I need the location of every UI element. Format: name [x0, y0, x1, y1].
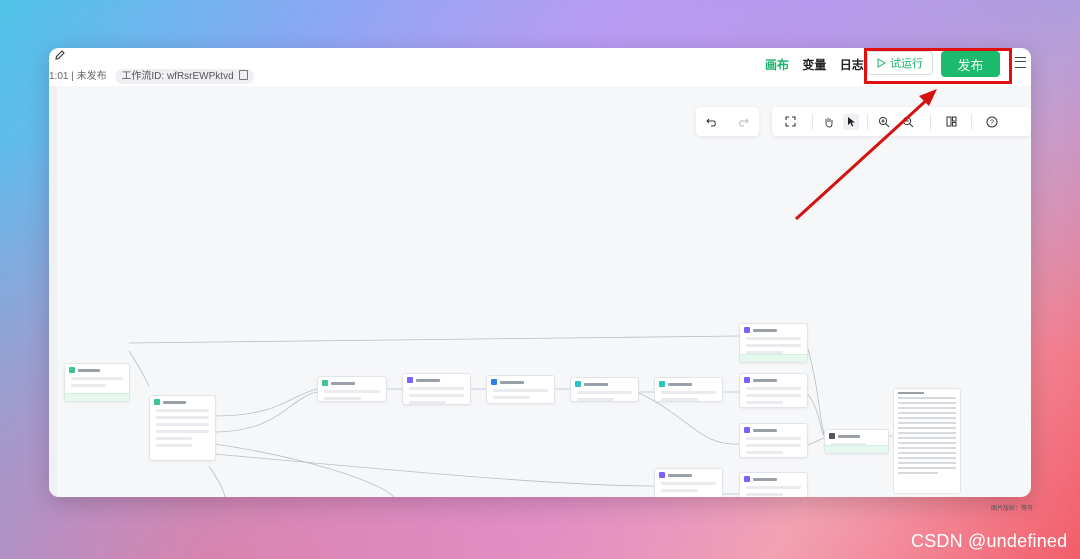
node-llm-3[interactable] [739, 323, 808, 363]
zoom-in-icon[interactable] [876, 114, 892, 130]
node-llm-5[interactable] [739, 423, 808, 458]
app-window: 1:01 | 未发布 工作流ID: wfRsrEWPktvd 画布 变量 日志 … [49, 48, 1031, 497]
node-llm-1[interactable] [317, 376, 387, 402]
tab-variables[interactable]: 变量 [802, 58, 826, 72]
menu-icon[interactable] [1015, 57, 1026, 68]
history-toolbar [696, 107, 759, 136]
publish-status: 1:01 | 未发布 [49, 71, 107, 82]
copy-icon[interactable] [239, 70, 249, 80]
redo-icon[interactable] [735, 114, 751, 130]
node-process[interactable] [570, 377, 639, 402]
image-credit: 图片版权：等可 [991, 506, 1034, 512]
node-image-gen[interactable] [654, 468, 723, 497]
zoom-out-icon[interactable] [900, 114, 916, 130]
svg-text:?: ? [990, 119, 994, 126]
node-end[interactable] [824, 429, 889, 454]
workflow-id: 工作流ID: wfRsrEWPktvd [121, 71, 234, 82]
fullscreen-icon[interactable] [782, 114, 798, 130]
run-result-panel [893, 388, 961, 494]
view-tabs: 画布 变量 日志 [765, 56, 874, 73]
publish-highlight-box [864, 48, 1012, 84]
tab-logs[interactable]: 日志 [840, 58, 864, 72]
node-llm-2[interactable] [402, 373, 471, 405]
workflow-meta: 1:01 | 未发布 工作流ID: wfRsrEWPktvd [49, 67, 255, 84]
undo-icon[interactable] [704, 114, 720, 130]
workflow-id-badge: 工作流ID: wfRsrEWPktvd [115, 69, 255, 84]
node-llm-4[interactable] [739, 373, 808, 408]
csdn-watermark: CSDN @undefined [911, 531, 1068, 551]
node-llm-6[interactable] [739, 472, 808, 497]
canvas-toolbar: ? [772, 107, 1031, 136]
tab-canvas[interactable]: 画布 [765, 58, 789, 72]
edit-icon[interactable] [54, 49, 66, 61]
node-transform[interactable] [654, 377, 723, 402]
hand-icon[interactable] [821, 114, 837, 130]
workflow-canvas[interactable] [49, 86, 1031, 497]
pointer-icon[interactable] [843, 113, 859, 130]
node-start[interactable] [64, 363, 130, 402]
help-icon[interactable]: ? [984, 114, 1000, 130]
node-condition[interactable] [486, 375, 555, 404]
node-code[interactable] [149, 395, 216, 461]
layout-icon[interactable] [943, 114, 959, 130]
